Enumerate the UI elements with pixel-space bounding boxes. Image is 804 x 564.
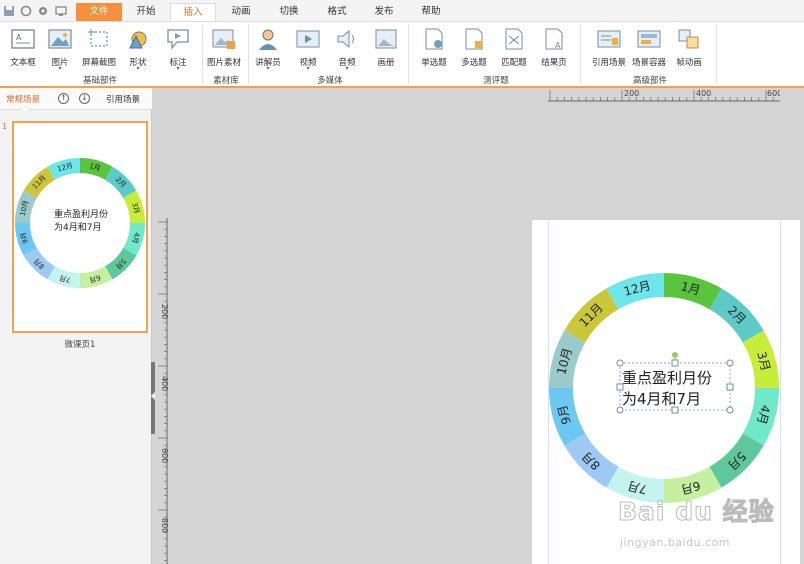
menu-animation[interactable]: 动画 [218,3,264,21]
group-label-library: 素材库 [213,76,239,86]
tab-reference-scene[interactable]: 引用场景 [106,93,140,105]
ruler-label: 200 [624,89,639,98]
slide-caption: 微课页1 [64,340,96,350]
tab-indicator [20,107,30,111]
ruler-label: 400 [696,89,711,98]
callout-icon [167,29,189,50]
move-up-button[interactable]: ↑ [58,93,69,104]
menu-help[interactable]: 帮助 [408,3,454,21]
preview-icon[interactable] [55,5,67,17]
thumbnail-text-line2: 为4月和7月 [54,223,102,233]
menu-insert[interactable]: 插入 [170,3,216,21]
undo-icon[interactable] [20,5,32,17]
reference-scene-icon [597,30,621,48]
vertical-ruler: 200 400 600 800 [158,218,168,564]
album-icon [375,29,397,49]
slide-panel: 常规场景 ↑ ↓ 引用场景 1 1月 2月 3月 4月 5月 6月 7月 8月 9月 10月 11月… [0,88,152,564]
album-button[interactable]: 画册 [363,24,409,70]
menu-publish[interactable]: 发布 [362,3,406,21]
shape-icon [129,31,147,49]
textbox-icon: A [11,29,35,49]
horizontal-ruler: 200 400 600 [548,89,780,102]
ribbon-toolbar: A 文本框 图片 ▾ 屏幕截图 形状 ▾ 标注 ▾ 基础部件 图片素材 素材库 … [0,22,804,88]
picture-icon [48,29,72,49]
save-icon[interactable] [3,5,15,17]
ruler-label: 600 [767,89,780,98]
ruler-label: 800 [160,518,168,533]
resize-handle[interactable] [616,406,624,414]
album-label: 画册 [377,58,395,68]
chevron-down-icon[interactable]: ▾ [155,65,201,72]
panel-splitter[interactable] [151,362,155,434]
arrow-down-icon: ↓ [81,94,88,102]
image-library-icon [212,29,235,49]
image-library-button[interactable]: 图片素材 [201,24,247,70]
resize-handle[interactable] [726,359,734,367]
ribbon-divider [580,24,581,84]
svg-text:A: A [555,41,561,50]
multi-choice-icon [465,28,483,50]
slide-thumbnail[interactable]: 1月 2月 3月 4月 5月 6月 7月 8月 9月 10月 11月 12月 重点盈利月份 为4月和7… [12,121,148,333]
single-choice-icon [425,28,443,50]
result-page-button[interactable]: A 结果页 [531,24,577,70]
image-library-label: 图片素材 [206,58,241,68]
menu-transition[interactable]: 切换 [266,3,312,21]
arrow-up-icon: ↑ [60,94,67,102]
ribbon-divider [716,24,717,84]
resize-handle[interactable] [726,406,734,414]
menu-format[interactable]: 格式 [314,3,360,21]
audio-icon [337,29,354,49]
collapse-arrow-icon [151,392,155,400]
settings-icon[interactable] [37,5,49,17]
selection-frame [616,352,734,414]
group-label-assessment: 测评题 [483,76,509,86]
ruler-label: 200 [160,304,168,319]
frame-animation-button[interactable]: 帧动画 [666,24,712,70]
video-icon [296,30,320,48]
ruler-label: 400 [160,376,168,391]
resize-handle[interactable] [726,383,734,391]
resize-handle[interactable] [671,406,679,414]
rotate-handle[interactable] [672,352,678,358]
menu-file[interactable]: 文件 [76,3,122,21]
group-label-advanced: 高级部件 [632,76,667,86]
move-down-button[interactable]: ↓ [79,93,90,104]
thumbnail-text: 重点盈利月份 为4月和7月 [54,209,108,235]
slide-canvas[interactable]: 1月 2月 3月 4月 5月 6月 7月 8月 9月 10月 11月 12月 重点盈利月份 为4月和7… [532,220,800,564]
matching-icon [505,28,523,50]
scene-container-icon [637,30,661,48]
ruler-label: 600 [160,448,168,463]
result-page-icon: A [545,28,563,50]
callout-button[interactable]: 标注 ▾ [155,24,201,72]
slide-panel-header: 常规场景 ↑ ↓ 引用场景 [0,88,152,111]
thumbnail-text-line1: 重点盈利月份 [54,210,109,220]
resize-handle[interactable] [616,359,624,367]
group-label-multimedia: 多媒体 [317,76,343,86]
resize-handle[interactable] [671,359,679,367]
slide-number: 1 [2,122,8,131]
screenshot-icon [88,29,108,47]
presenter-icon [259,29,277,50]
menu-bar: 文件 开始 插入 动画 切换 格式 发布 帮助 [0,0,804,22]
frame-animation-icon [678,29,699,49]
tab-regular-scene[interactable]: 常规场景 [6,93,40,105]
result-page-label: 结果页 [541,58,567,68]
frame-animation-label: 帧动画 [676,58,702,68]
group-label-basic: 基础部件 [82,76,117,86]
svg-text:A: A [16,33,22,42]
resize-handle[interactable] [616,383,624,391]
ribbon-divider [408,24,409,84]
menu-home[interactable]: 开始 [124,3,168,21]
